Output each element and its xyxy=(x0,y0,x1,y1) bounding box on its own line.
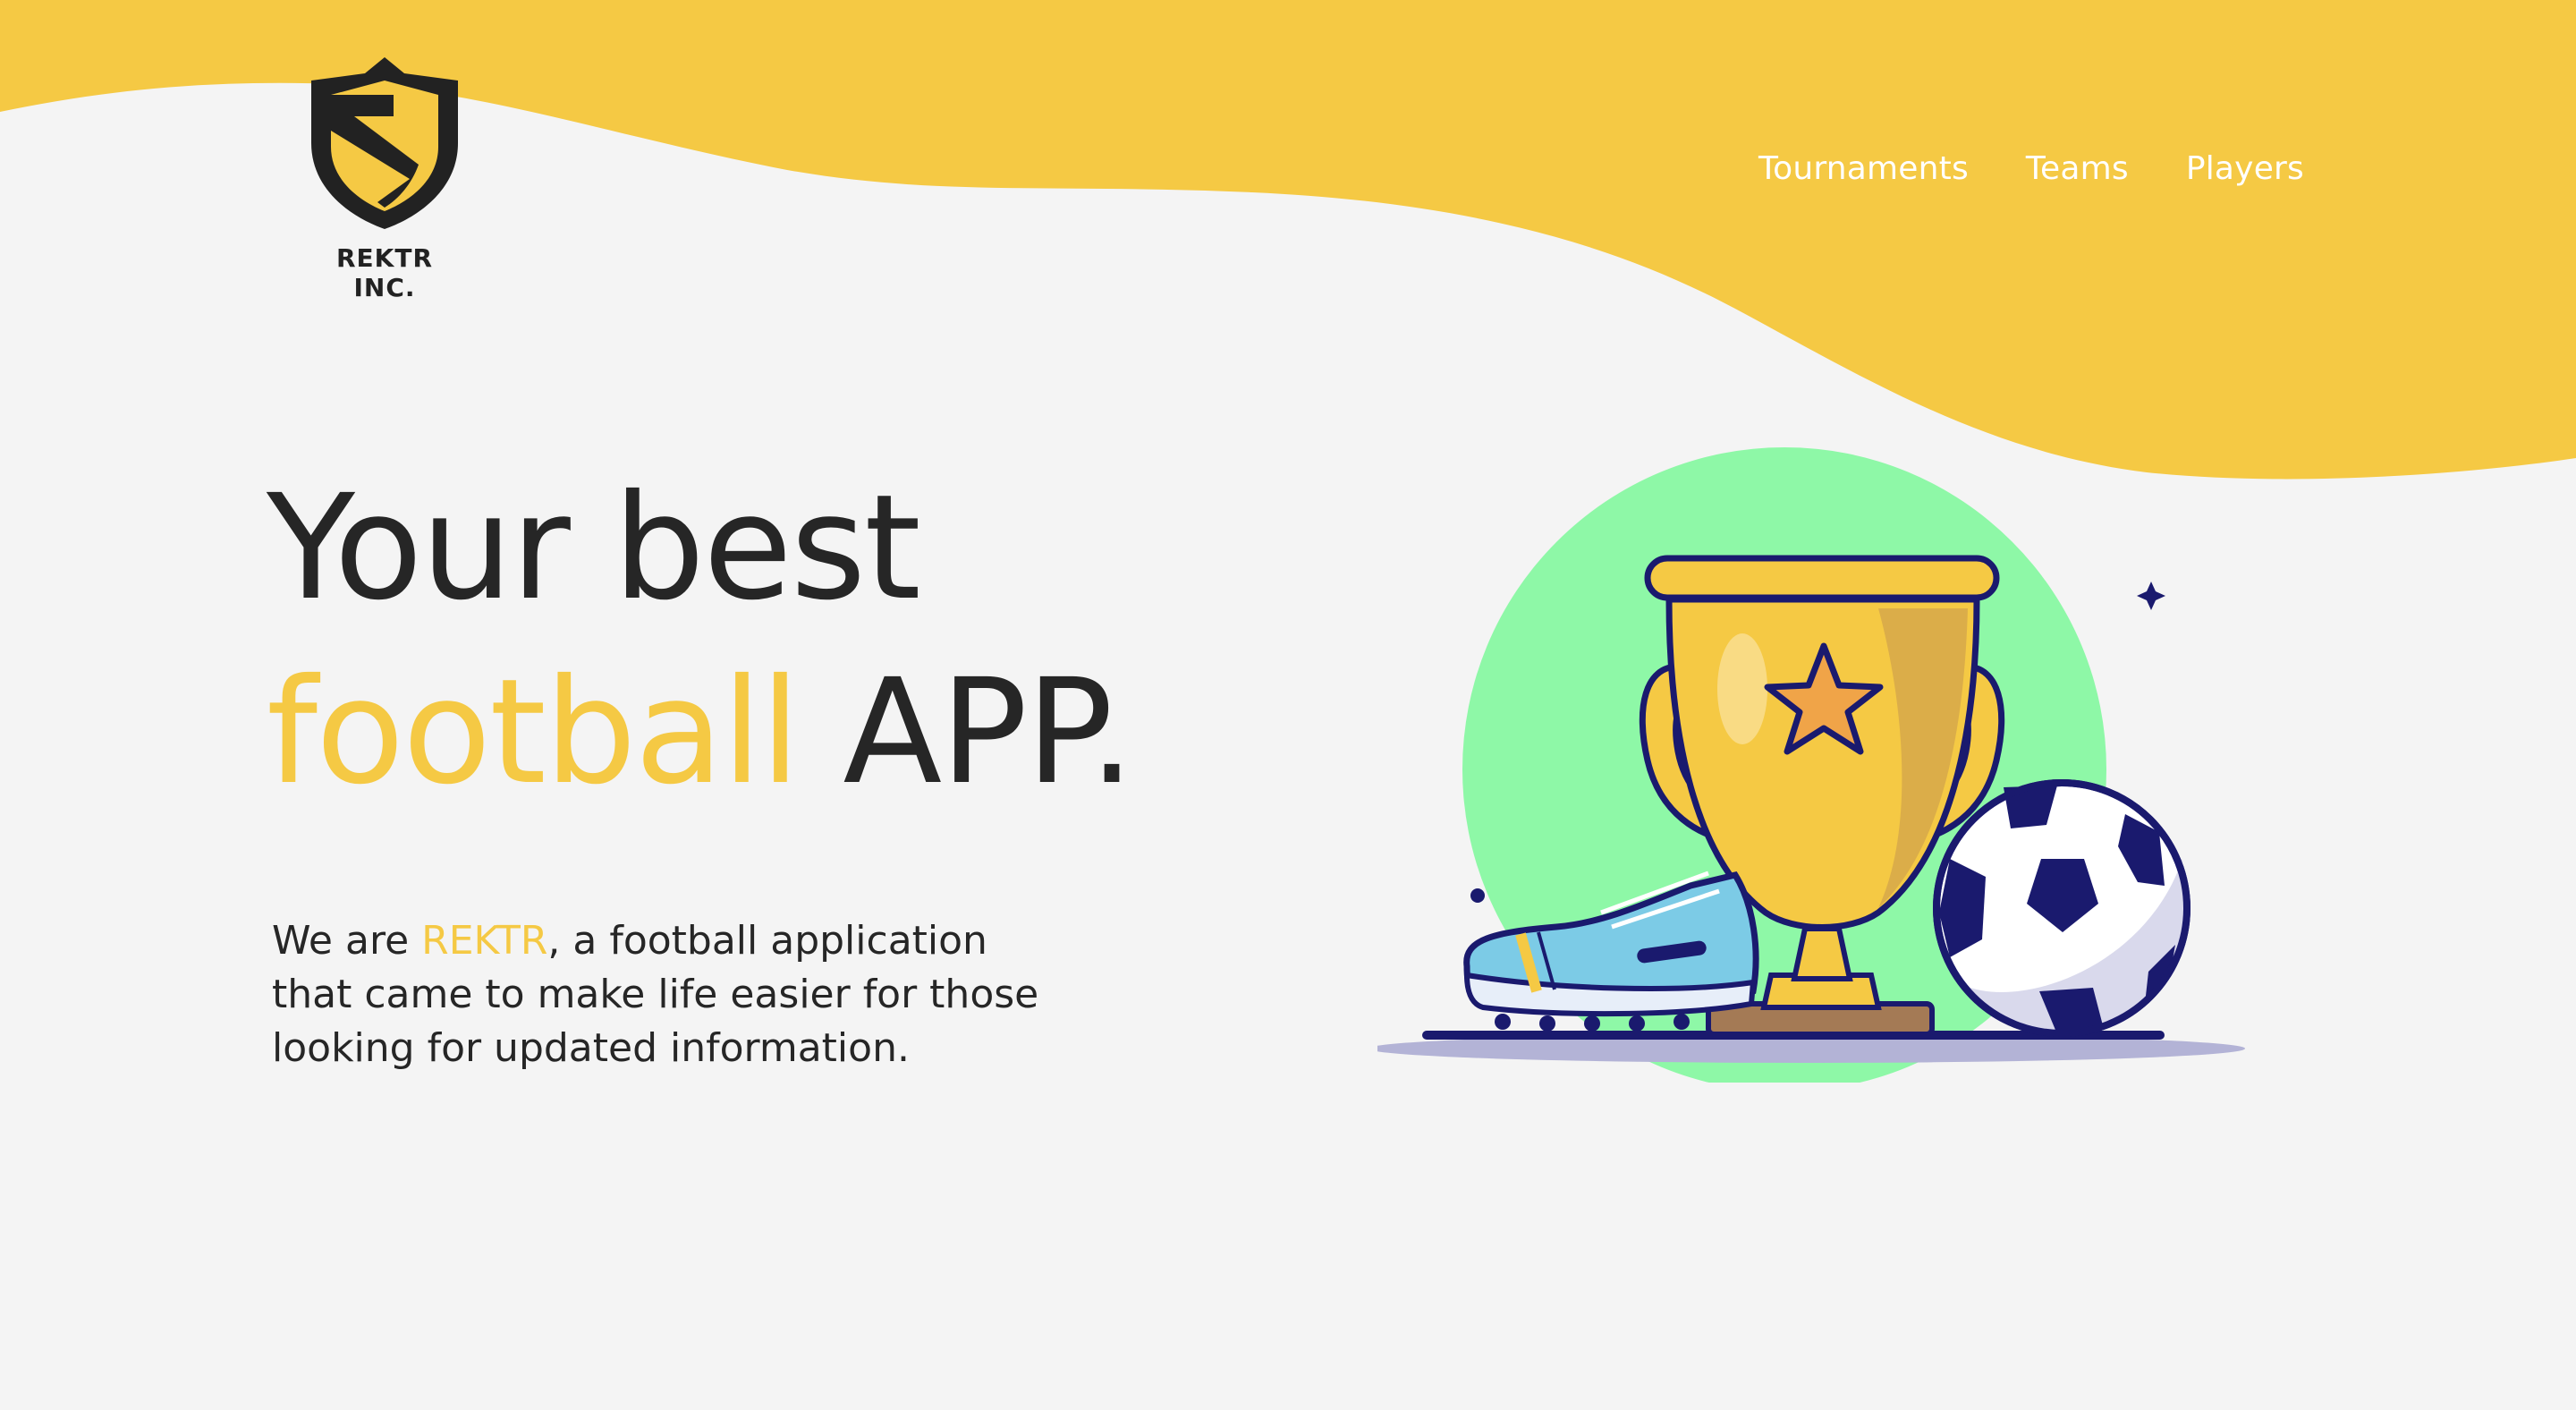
hero-title-accent: football xyxy=(267,649,801,817)
nav-players[interactable]: Players xyxy=(2186,150,2304,187)
landing-page: REKTR INC. Tournaments Teams Players You… xyxy=(0,0,2576,1410)
hero-description: We are REKTR, a football application tha… xyxy=(272,914,1077,1075)
hero-illustration xyxy=(1377,447,2245,1083)
main-nav: Tournaments Teams Players xyxy=(1758,150,2304,187)
nav-teams[interactable]: Teams xyxy=(2026,150,2129,187)
logo-text: REKTR INC. xyxy=(335,243,434,302)
dot-decoration xyxy=(1470,888,1485,903)
company-logo[interactable]: REKTR INC. xyxy=(304,54,465,302)
nav-tournaments[interactable]: Tournaments xyxy=(1758,150,1969,187)
sparkle-icon xyxy=(2137,582,2165,610)
hero-desc-before: We are xyxy=(272,918,422,964)
soccer-ball-icon xyxy=(1933,779,2190,1037)
shield-logo-icon xyxy=(311,57,458,229)
hero-title-line1: Your best xyxy=(267,464,921,633)
hero-title-line2: APP. xyxy=(798,649,1134,817)
hero-desc-brand: REKTR xyxy=(421,918,548,964)
hero-title: Your best football APP. xyxy=(267,456,1135,825)
